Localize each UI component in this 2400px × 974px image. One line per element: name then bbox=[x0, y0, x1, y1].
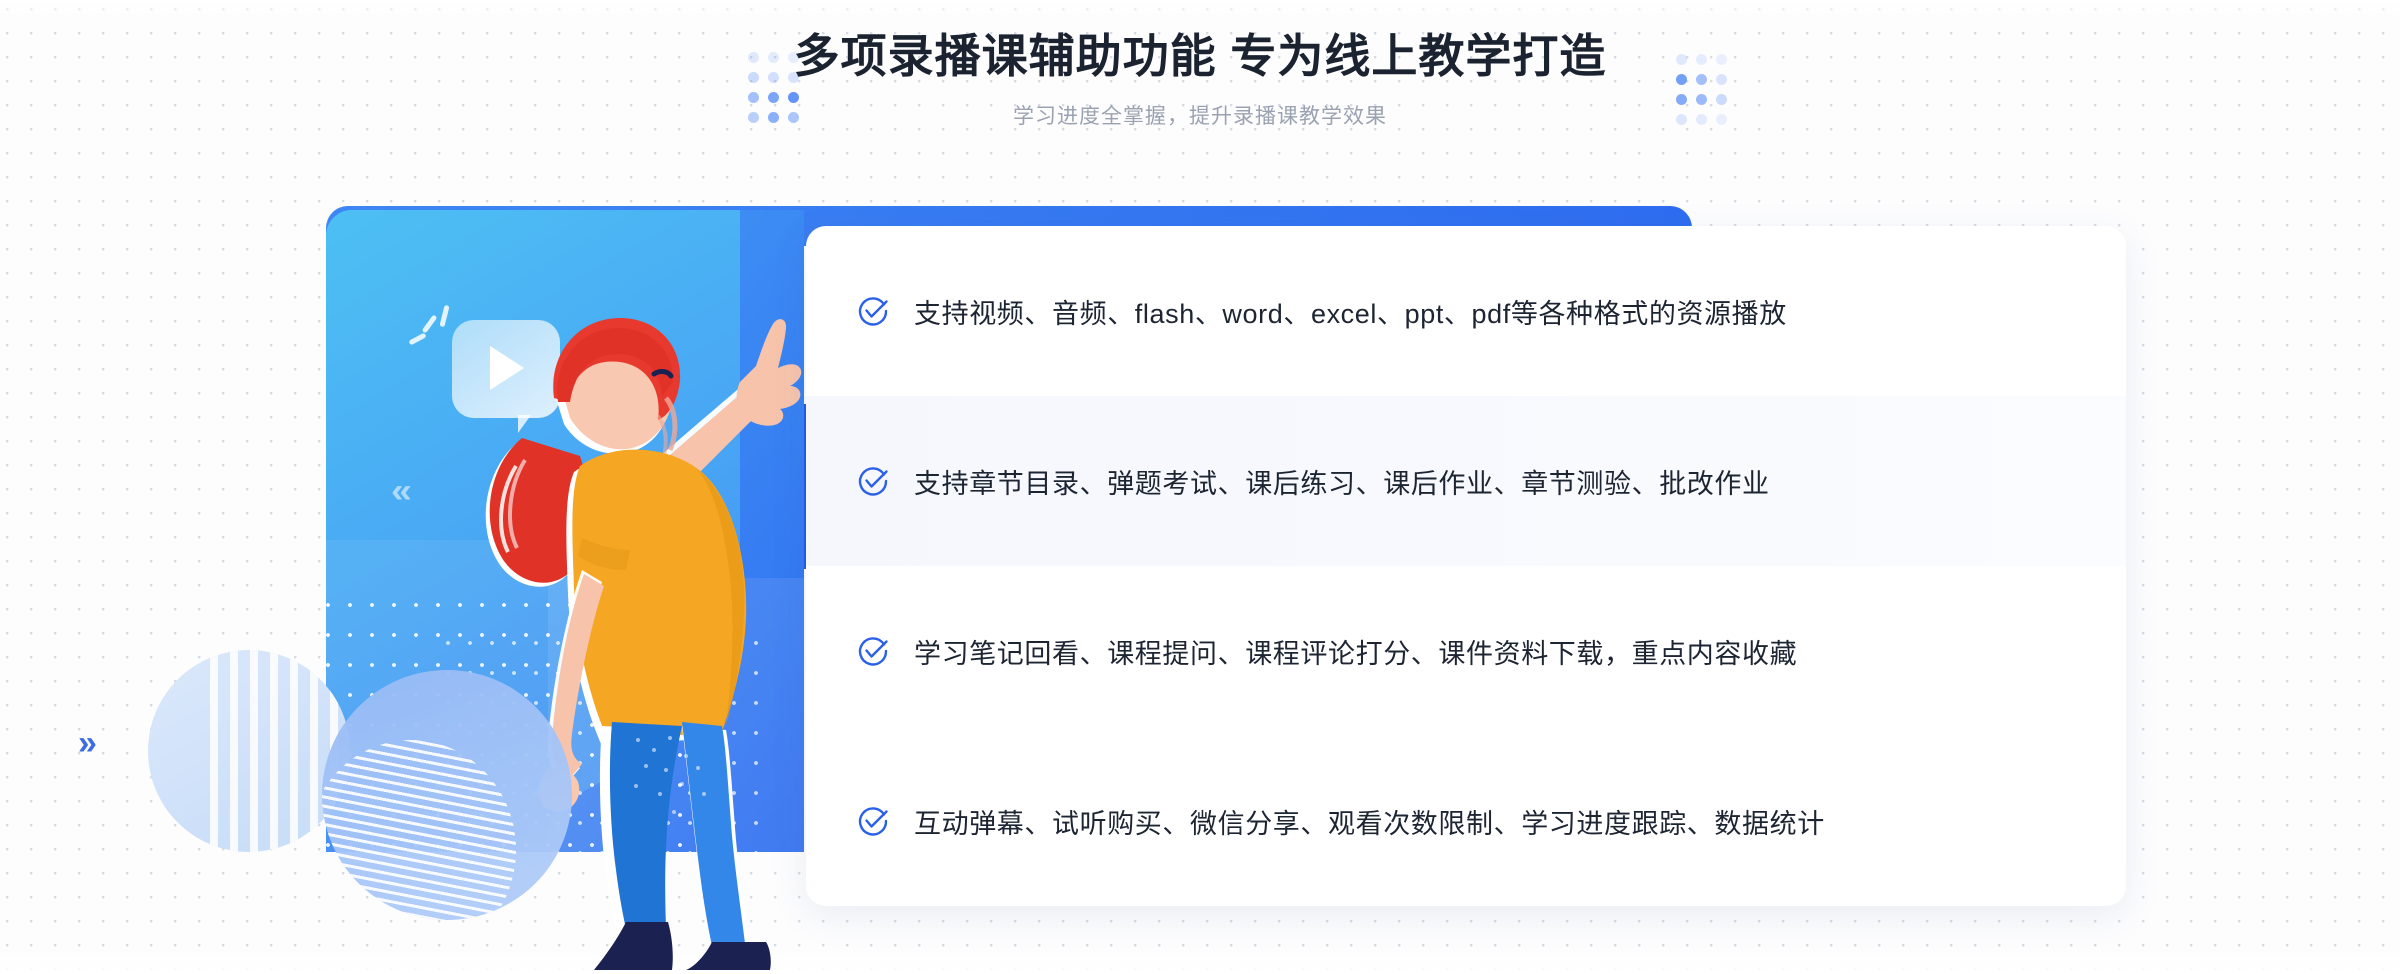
feature-text: 支持章节目录、弹题考试、课后练习、课后作业、章节测验、批改作业 bbox=[914, 468, 1770, 499]
decorative-circle-striped bbox=[148, 650, 350, 852]
header: 多项录播课辅助功能 专为线上教学打造 学习进度全掌握，提升录播课教学效果 bbox=[0, 0, 2400, 130]
promo-banner: 多项录播课辅助功能 专为线上教学打造 学习进度全掌握，提升录播课教学效果 « »… bbox=[0, 0, 2400, 974]
bottom-fade bbox=[0, 948, 2400, 974]
check-circle-icon bbox=[858, 637, 888, 666]
double-chevron-left-icon: « bbox=[391, 472, 412, 510]
left-dot-cluster-icon bbox=[748, 52, 799, 123]
feature-row[interactable]: 互动弹幕、试听购买、微信分享、观看次数限制、学习进度跟踪、数据统计 bbox=[806, 736, 2126, 906]
right-dot-cluster-icon bbox=[1676, 54, 1727, 125]
check-circle-icon bbox=[858, 297, 888, 326]
feature-row[interactable]: 支持章节目录、弹题考试、课后练习、课后作业、章节测验、批改作业 bbox=[806, 396, 2126, 566]
check-circle-icon bbox=[858, 467, 888, 496]
features-card: 支持视频、音频、flash、word、excel、ppt、pdf等各种格式的资源… bbox=[806, 226, 2126, 906]
feature-text: 学习笔记回看、课程提问、课程评论打分、课件资料下载，重点内容收藏 bbox=[914, 638, 1798, 669]
decorative-circle-hatched bbox=[322, 670, 572, 920]
circle-hatch bbox=[322, 740, 516, 920]
page-subtitle: 学习进度全掌握，提升录播课教学效果 bbox=[1013, 105, 1387, 129]
feature-row[interactable]: 学习笔记回看、课程提问、课程评论打分、课件资料下载，重点内容收藏 bbox=[806, 566, 2126, 736]
feature-row[interactable]: 支持视频、音频、flash、word、excel、ppt、pdf等各种格式的资源… bbox=[806, 226, 2126, 396]
check-circle-icon bbox=[858, 807, 888, 836]
double-chevron-right-icon: » bbox=[78, 724, 97, 762]
feature-text: 互动弹幕、试听购买、微信分享、观看次数限制、学习进度跟踪、数据统计 bbox=[914, 808, 1825, 839]
page-title: 多项录播课辅助功能 专为线上教学打造 bbox=[793, 30, 1607, 82]
feature-text: 支持视频、音频、flash、word、excel、ppt、pdf等各种格式的资源… bbox=[914, 298, 1787, 329]
